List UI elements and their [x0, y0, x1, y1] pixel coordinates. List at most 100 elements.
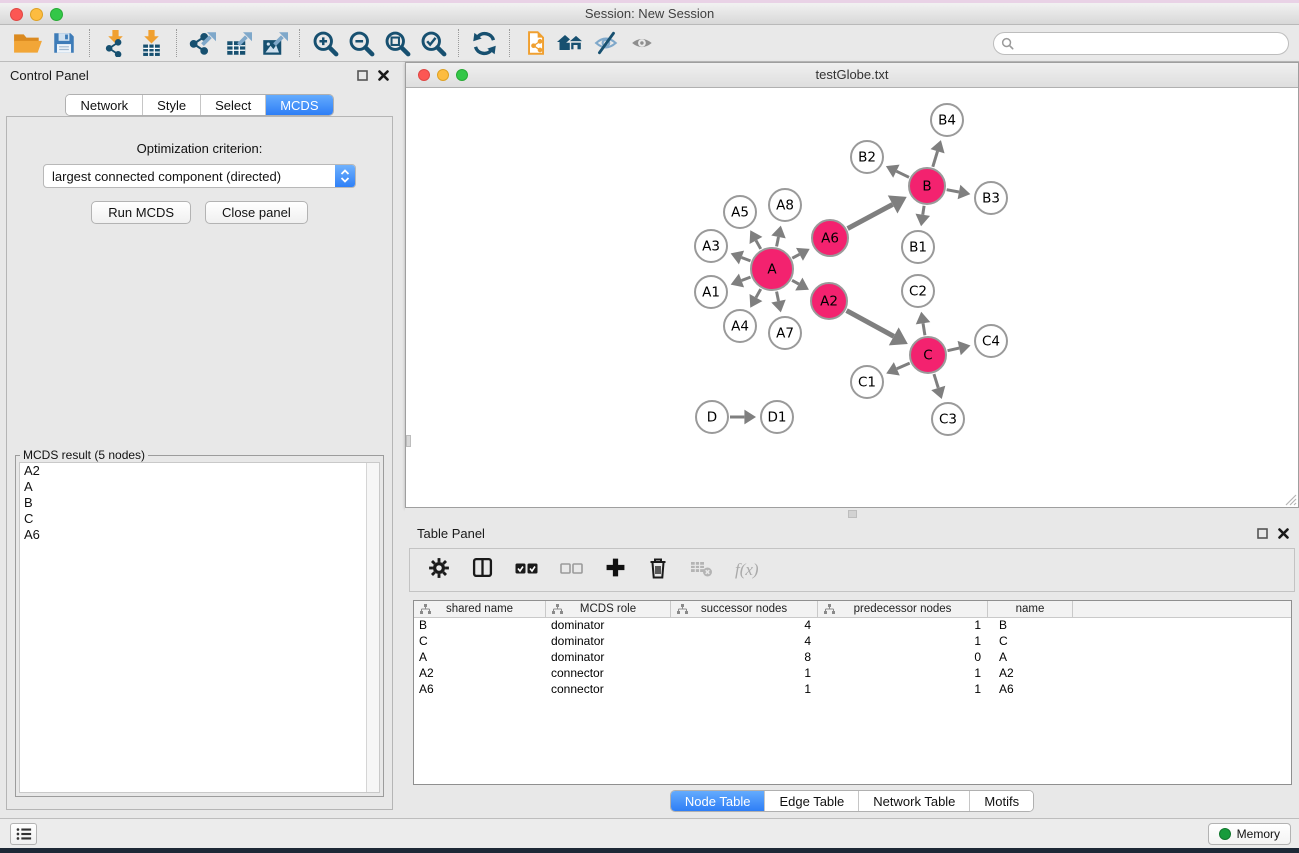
export-network-button[interactable]	[184, 27, 220, 59]
memory-button[interactable]: Memory	[1208, 823, 1291, 845]
cell-MCDS-role: dominator	[546, 650, 671, 666]
table-tab-node-table[interactable]: Node Table	[671, 791, 766, 811]
mcds-result-item[interactable]: B	[20, 495, 379, 511]
result-scrollbar[interactable]	[366, 463, 379, 792]
table-settings-button[interactable]	[428, 557, 450, 584]
cell-shared-name: B	[414, 618, 546, 634]
graph-node-A7[interactable]: A7	[769, 317, 801, 349]
table-row[interactable]: Adominator80A	[414, 650, 1291, 666]
cell-name: B	[988, 618, 1073, 634]
graph-node-A3[interactable]: A3	[695, 230, 727, 262]
column-header-successor-nodes[interactable]: successor nodes	[671, 601, 818, 617]
graph-node-A2[interactable]: A2	[811, 283, 847, 319]
graph-node-C2[interactable]: C2	[902, 275, 934, 307]
search-input[interactable]	[1019, 37, 1269, 51]
network-window-titlebar[interactable]: testGlobe.txt	[406, 63, 1298, 88]
new-network-from-selection-button[interactable]	[517, 27, 553, 59]
table-tab-edge-table[interactable]: Edge Table	[765, 791, 859, 811]
table-row[interactable]: Bdominator41B	[414, 618, 1291, 634]
criterion-dropdown[interactable]: largest connected component (directed)	[43, 164, 356, 188]
table-tab-motifs[interactable]: Motifs	[970, 791, 1033, 811]
toolbar-separator	[458, 29, 459, 57]
table-row[interactable]: A2connector11A2	[414, 666, 1291, 682]
column-browser-button[interactable]	[472, 557, 493, 583]
close-panel-icon[interactable]	[378, 70, 389, 81]
graph-node-D1[interactable]: D1	[761, 401, 793, 433]
node-table[interactable]: shared nameMCDS rolesuccessor nodesprede…	[413, 600, 1292, 785]
clear-checks-button[interactable]	[560, 561, 583, 580]
add-entry-button[interactable]	[605, 557, 626, 583]
refresh-button[interactable]	[466, 27, 502, 59]
graph-node-A6[interactable]: A6	[812, 220, 848, 256]
cell-successor-nodes: 8	[671, 650, 818, 666]
table-tabs: Node TableEdge TableNetwork TableMotifs	[405, 790, 1299, 812]
cell-name: A	[988, 650, 1073, 666]
graph-node-A5[interactable]: A5	[724, 196, 756, 228]
import-network-button[interactable]	[97, 27, 133, 59]
tab-mcds[interactable]: MCDS	[266, 95, 332, 115]
list-icon	[16, 827, 32, 841]
tab-network[interactable]: Network	[66, 95, 143, 115]
first-neighbors-button[interactable]	[553, 27, 589, 59]
table-row[interactable]: Cdominator41C	[414, 634, 1291, 650]
graph-node-B3[interactable]: B3	[975, 182, 1007, 214]
zoom-fit-button[interactable]	[379, 27, 415, 59]
column-header-MCDS-role[interactable]: MCDS role	[546, 601, 671, 617]
run-mcds-button[interactable]: Run MCDS	[91, 201, 191, 224]
graph-node-C3[interactable]: C3	[932, 403, 964, 435]
mcds-result-item[interactable]: A6	[20, 527, 379, 543]
table-tab-network-table[interactable]: Network Table	[859, 791, 970, 811]
column-header-name[interactable]: name	[988, 601, 1073, 617]
open-file-button[interactable]	[10, 27, 46, 59]
import-table-button[interactable]	[133, 27, 169, 59]
show-all-button[interactable]	[625, 27, 661, 59]
graph-node-B[interactable]: B	[909, 168, 945, 204]
network-canvas[interactable]: B4 B2 B B3 B1 A8 A5 A6 A3 A A1 C2 A2 A4 A7 C4 C C1 C3 D D1	[406, 88, 1298, 507]
zoom-in-button[interactable]	[307, 27, 343, 59]
split-grip[interactable]	[406, 435, 411, 447]
resize-grip-icon[interactable]	[1284, 493, 1297, 506]
graph-node-C1[interactable]: C1	[851, 366, 883, 398]
delete-entry-button[interactable]	[648, 557, 668, 584]
hide-selection-button[interactable]	[589, 27, 625, 59]
close-table-panel-icon[interactable]	[1278, 528, 1289, 539]
horizontal-split-divider[interactable]	[405, 508, 1299, 520]
svg-text:A1: A1	[702, 285, 720, 301]
cell-successor-nodes: 4	[671, 634, 818, 650]
column-header-predecessor-nodes[interactable]: predecessor nodes	[818, 601, 988, 617]
graph-node-B4[interactable]: B4	[931, 104, 963, 136]
float-table-panel-icon[interactable]	[1257, 528, 1268, 539]
search-field[interactable]	[993, 32, 1289, 55]
new-network-from-selection-icon	[522, 29, 549, 57]
close-panel-button[interactable]: Close panel	[205, 201, 308, 224]
graph-node-B1[interactable]: B1	[902, 231, 934, 263]
mcds-result-item[interactable]: C	[20, 511, 379, 527]
column-header-shared-name[interactable]: shared name	[414, 601, 546, 617]
graph-node-A1[interactable]: A1	[695, 276, 727, 308]
graph-node-A4[interactable]: A4	[724, 310, 756, 342]
show-panels-button[interactable]	[10, 823, 37, 845]
graph-node-B2[interactable]: B2	[851, 141, 883, 173]
divider-grip[interactable]	[848, 510, 857, 518]
export-table-button[interactable]	[220, 27, 256, 59]
graph-node-C4[interactable]: C4	[975, 325, 1007, 357]
float-panel-icon[interactable]	[357, 70, 368, 81]
save-session-button[interactable]	[46, 27, 82, 59]
mcds-result-list[interactable]: A2ABCA6	[19, 462, 380, 793]
select-all-checks-icon	[515, 561, 538, 580]
table-row[interactable]: A6connector11A6	[414, 682, 1291, 698]
select-all-checks-button[interactable]	[515, 561, 538, 580]
graph-node-A[interactable]: A	[751, 248, 793, 290]
mcds-result-item[interactable]: A2	[20, 463, 379, 479]
graph-node-C[interactable]: C	[910, 337, 946, 373]
graph-node-A8[interactable]: A8	[769, 189, 801, 221]
tab-select[interactable]: Select	[201, 95, 266, 115]
graph-node-D[interactable]: D	[696, 401, 728, 433]
cell-successor-nodes: 4	[671, 618, 818, 634]
cell-MCDS-role: dominator	[546, 634, 671, 650]
export-image-button[interactable]	[256, 27, 292, 59]
zoom-selected-button[interactable]	[415, 27, 451, 59]
zoom-out-button[interactable]	[343, 27, 379, 59]
tab-style[interactable]: Style	[143, 95, 201, 115]
mcds-result-item[interactable]: A	[20, 479, 379, 495]
